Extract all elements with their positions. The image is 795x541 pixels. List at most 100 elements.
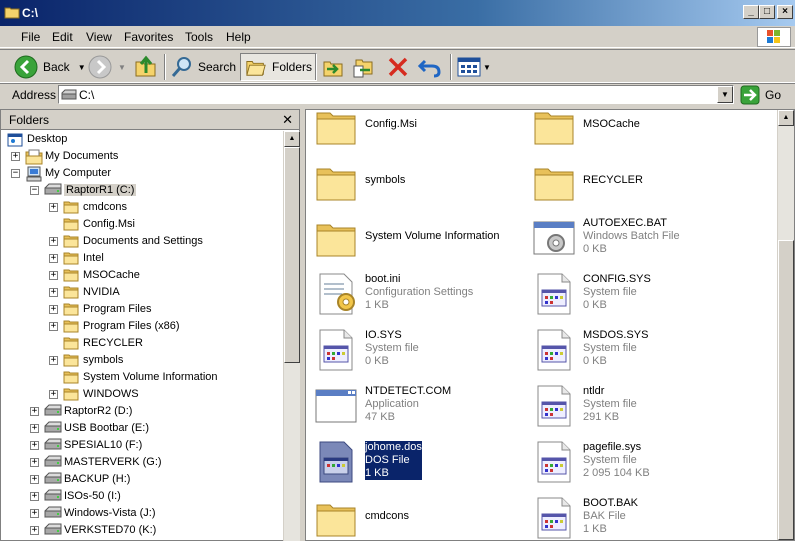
menu-help[interactable]: Help	[226, 30, 251, 44]
expand-toggle-icon[interactable]: +	[30, 475, 39, 484]
go-button[interactable]: Go	[740, 85, 781, 105]
file-item[interactable]: AUTOEXEC.BAT Windows Batch File 0 KB	[528, 212, 743, 264]
copy-to-icon	[353, 59, 373, 78]
move-to-icon	[323, 61, 343, 77]
collapse-toggle-icon[interactable]: −	[30, 186, 39, 195]
expand-toggle-icon[interactable]: +	[30, 492, 39, 501]
maximize-button[interactable]: □	[759, 5, 775, 19]
up-folder-icon	[135, 55, 156, 77]
file-item[interactable]: CONFIG.SYS System file 0 KB	[528, 268, 743, 320]
back-dropdown-icon[interactable]: ▼	[78, 63, 86, 72]
menu-edit[interactable]: Edit	[52, 30, 73, 44]
file-item[interactable]: MSOCache	[528, 110, 743, 152]
address-dropdown-button[interactable]: ▼	[717, 86, 733, 103]
file-item[interactable]: BOOT.BAK BAK File 1 KB	[528, 492, 743, 540]
views-dropdown-icon[interactable]: ▼	[483, 63, 491, 72]
tree-item-label: WINDOWS	[83, 388, 139, 400]
folder-icon	[63, 217, 79, 234]
back-button[interactable]: Back ▼	[14, 53, 86, 81]
file-name: CONFIG.SYS	[583, 273, 651, 285]
scroll-up-button[interactable]: ▲	[284, 131, 300, 147]
file-size: 291 KB	[583, 411, 620, 423]
expand-toggle-icon[interactable]: +	[30, 509, 39, 518]
config-file-icon	[314, 272, 358, 316]
expand-toggle-icon[interactable]: +	[49, 254, 58, 263]
expand-toggle-icon[interactable]: +	[49, 322, 58, 331]
up-folder-button[interactable]	[134, 53, 158, 81]
menu-tools[interactable]: Tools	[185, 30, 213, 44]
toolbar-separator	[315, 54, 317, 80]
close-button[interactable]: ×	[777, 5, 793, 19]
file-item[interactable]: Config.Msi	[310, 110, 525, 152]
undo-button[interactable]	[417, 53, 443, 81]
search-label: Search	[198, 60, 237, 74]
file-item[interactable]: NTDETECT.COM Application 47 KB	[310, 380, 525, 432]
expand-toggle-icon[interactable]: +	[30, 526, 39, 535]
expand-toggle-icon[interactable]: +	[49, 237, 58, 246]
folder-icon	[532, 160, 576, 204]
expand-toggle-icon[interactable]: +	[49, 288, 58, 297]
delete-button[interactable]	[386, 53, 410, 81]
expand-toggle-icon[interactable]: +	[30, 458, 39, 467]
file-item[interactable]: boot.ini Configuration Settings 1 KB	[310, 268, 525, 320]
expand-toggle-icon[interactable]: +	[49, 305, 58, 314]
copy-to-button[interactable]	[352, 53, 376, 81]
system-file-icon	[532, 272, 576, 316]
menu-favorites[interactable]: Favorites	[124, 30, 173, 44]
file-item[interactable]: johome.dos DOS File 1 KB	[310, 436, 525, 488]
search-button[interactable]: Search	[170, 53, 236, 81]
address-input[interactable]: C:\ ▼	[58, 85, 734, 104]
folders-pane-close-button[interactable]: ✕	[282, 112, 293, 128]
drive-icon	[44, 523, 62, 538]
file-item[interactable]: IO.SYS System file 0 KB	[310, 324, 525, 376]
forward-button[interactable]: ▼	[88, 53, 126, 81]
go-arrow-icon	[740, 85, 760, 105]
file-item[interactable]: pagefile.sys System file 2 095 104 KB	[528, 436, 743, 488]
file-item[interactable]: symbols	[310, 156, 525, 208]
menu-file[interactable]: File	[21, 30, 40, 44]
file-name: MSOCache	[583, 118, 640, 130]
file-type: System file	[365, 342, 419, 354]
expand-toggle-icon[interactable]: +	[30, 441, 39, 450]
menu-view[interactable]: View	[86, 30, 112, 44]
minimize-button[interactable]: _	[743, 5, 759, 19]
file-size: 1 KB	[365, 299, 389, 311]
file-item[interactable]: System Volume Information	[310, 212, 525, 264]
forward-dropdown-icon[interactable]: ▼	[118, 63, 126, 72]
scroll-thumb[interactable]	[778, 240, 794, 540]
expand-toggle-icon[interactable]: +	[49, 390, 58, 399]
file-item[interactable]: RECYCLER	[528, 156, 743, 208]
expand-toggle-icon[interactable]: +	[49, 203, 58, 212]
folders-pane-header: Folders ✕	[1, 110, 299, 130]
expand-toggle-icon[interactable]: +	[30, 407, 39, 416]
file-item[interactable]: ntldr System file 291 KB	[528, 380, 743, 432]
tree-item-label: RaptorR1 (C:)	[64, 184, 137, 196]
scroll-up-button[interactable]: ▲	[778, 110, 794, 126]
expand-toggle-icon[interactable]: +	[49, 271, 58, 280]
expand-toggle-icon[interactable]: +	[30, 424, 39, 433]
expand-toggle-icon[interactable]: +	[11, 152, 20, 161]
file-name: johome.dos	[365, 441, 422, 454]
folder-icon	[314, 160, 358, 204]
folders-pane-title: Folders	[9, 113, 50, 127]
file-item[interactable]: cmdcons	[310, 492, 525, 540]
views-button[interactable]: ▼	[457, 53, 491, 81]
file-name: ntldr	[583, 385, 605, 397]
my-computer-icon	[25, 166, 43, 185]
collapse-toggle-icon[interactable]: −	[11, 169, 20, 178]
scroll-thumb[interactable]	[284, 147, 300, 363]
file-item[interactable]: MSDOS.SYS System file 0 KB	[528, 324, 743, 376]
toolbar-separator	[164, 54, 166, 80]
files-scrollbar[interactable]: ▲	[777, 110, 794, 540]
folders-button[interactable]: Folders	[240, 53, 318, 81]
folder-window-icon	[4, 7, 20, 19]
file-type: System file	[583, 454, 637, 466]
folder-icon	[63, 336, 79, 353]
file-size: 47 KB	[365, 411, 395, 423]
tree-item-label: Documents and Settings	[83, 235, 203, 247]
expand-toggle-icon[interactable]: +	[49, 356, 58, 365]
move-to-button[interactable]	[322, 53, 346, 81]
file-size: 0 KB	[583, 355, 607, 367]
folders-scrollbar[interactable]: ▲	[283, 131, 300, 541]
file-type: BAK File	[583, 510, 626, 522]
